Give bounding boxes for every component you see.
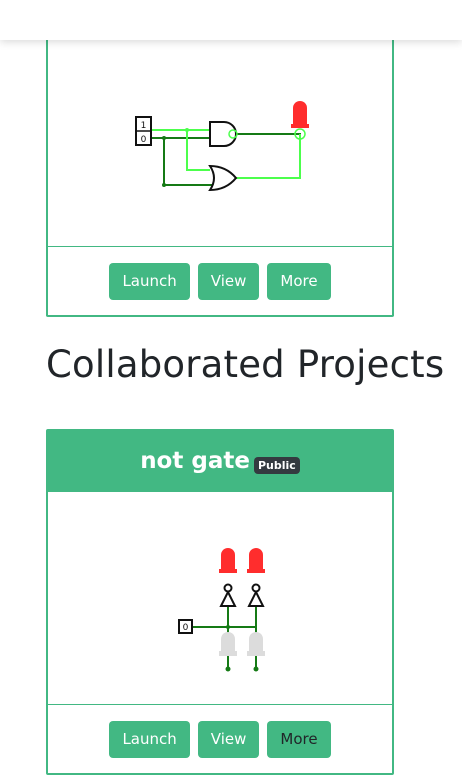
launch-button[interactable]: Launch <box>109 720 190 758</box>
circuit-preview-svg: 1 0 <box>135 101 309 192</box>
not-gate <box>219 583 237 607</box>
more-button[interactable]: More <box>267 262 331 300</box>
input-label-bottom: 0 <box>141 135 147 145</box>
output-led <box>219 548 237 573</box>
not-gate <box>247 583 265 607</box>
collaborated-project-card: not gate Public 0 Launch View More <box>46 429 394 775</box>
launch-button[interactable]: Launch <box>109 262 190 300</box>
section-heading: Collaborated Projects <box>46 343 445 386</box>
input-label: 0 <box>183 623 189 633</box>
output-led-off <box>247 632 265 656</box>
view-button[interactable]: View <box>197 262 260 300</box>
circuit-preview[interactable]: 1 0 <box>48 40 392 248</box>
card-header: not gate Public <box>48 431 392 492</box>
view-button[interactable]: View <box>197 720 260 758</box>
top-navbar <box>0 0 462 40</box>
circuit-preview[interactable]: 0 <box>48 491 392 707</box>
or-gate <box>208 164 238 192</box>
public-badge: Public <box>253 456 300 474</box>
project-title[interactable]: not gate <box>140 448 250 474</box>
circuit-preview-svg: 0 <box>178 548 265 672</box>
card-footer: Launch View More <box>48 704 392 773</box>
output-led <box>247 548 265 573</box>
input-label-top: 1 <box>141 121 147 131</box>
card-footer: Launch View More <box>48 246 392 315</box>
and-gate <box>209 121 237 147</box>
project-card: 1 0 Launch View More <box>46 20 394 317</box>
more-button[interactable]: More <box>267 720 331 758</box>
output-led-off <box>219 632 237 656</box>
